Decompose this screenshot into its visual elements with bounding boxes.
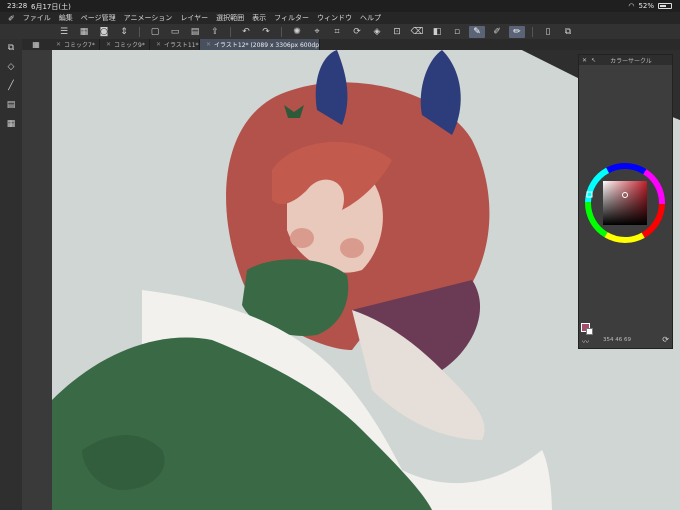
property-icon[interactable]: ▤ — [4, 98, 18, 111]
menu-view[interactable]: 表示 — [252, 13, 266, 23]
command-bar: ☰ ▦ ◙ ⇕ ▢ ▭ ▤ ⇪ ↶ ↷ ✺ ⌖ ⌗ ⟳ ◈ ⊡ ⌫ ◧ ▫ ✎ … — [0, 24, 680, 39]
left-tool-sidebar: ⧉ ◇ ╱ ▤ ▦ — [0, 39, 22, 510]
grid-icon[interactable]: ▦ — [76, 26, 92, 38]
tab-label: イラスト12* (2089 x 3306px 600dpi 154.6%) — [214, 42, 320, 49]
open-folder-icon[interactable]: ▭ — [167, 26, 183, 38]
menu-file[interactable]: ファイル — [23, 13, 51, 23]
color-circle-panel: ✕ ↖ カラーサークル 〰 354 46 69 ⟳ — [578, 54, 673, 349]
eraser-icon[interactable]: ⌫ — [409, 26, 425, 38]
refresh-icon[interactable]: ⟳ — [662, 335, 669, 344]
material-icon[interactable]: ▦ — [4, 117, 18, 130]
battery-icon — [658, 3, 672, 9]
hamburger-icon[interactable]: ☰ — [56, 26, 72, 38]
close-icon[interactable]: ✕ — [156, 41, 161, 48]
close-icon[interactable]: ✕ — [206, 41, 211, 48]
status-time: 23:28 — [7, 2, 28, 10]
layers-icon[interactable]: ⧉ — [4, 41, 18, 54]
status-right: ◠ 52% — [628, 2, 672, 10]
menu-window[interactable]: ウィンドウ — [317, 13, 352, 23]
menu-layer[interactable]: レイヤー — [180, 13, 208, 23]
tab-label: コミック7* — [64, 42, 95, 49]
tab-illust11[interactable]: ✕ イラスト11* — [150, 39, 200, 50]
close-icon[interactable]: ✕ — [56, 41, 61, 48]
divider — [230, 26, 231, 37]
panel-footer: 〰 354 46 69 ⟳ — [579, 323, 672, 348]
rotate-icon[interactable]: ⟳ — [349, 26, 365, 38]
pen-tool-icon[interactable]: ╱ — [4, 79, 18, 92]
pencil-icon[interactable]: ✏ — [509, 25, 525, 38]
stack-icon[interactable]: ◇ — [4, 60, 18, 73]
status-date: 6月17日(土) — [31, 3, 71, 11]
cheek-left — [290, 228, 314, 248]
menu-grid-icon[interactable]: ▦ — [32, 40, 40, 49]
fit-icon[interactable]: ⊡ — [389, 26, 405, 38]
fill-icon[interactable]: ◈ — [369, 26, 385, 38]
close-icon[interactable]: ✕ — [582, 57, 587, 64]
brush-icon[interactable]: ✐ — [489, 26, 505, 38]
menu-animation[interactable]: アニメーション — [124, 13, 173, 23]
cheek-right — [340, 238, 364, 258]
pen-icon[interactable]: ✎ — [469, 25, 485, 38]
new-file-icon[interactable]: ▢ — [147, 26, 163, 38]
transparency-icon[interactable]: 〰 — [582, 337, 589, 347]
canvas-menu[interactable]: ▦ — [22, 39, 50, 50]
menu-help[interactable]: ヘルプ — [360, 13, 381, 23]
divider — [281, 26, 282, 37]
share-icon[interactable]: ⧉ — [560, 26, 576, 38]
menu-bar: ✐ ファイル 編集 ページ管理 アニメーション レイヤー 選択範囲 表示 フィル… — [0, 12, 680, 24]
gradient-icon[interactable]: ◧ — [429, 26, 445, 38]
menu-filter[interactable]: フィルター — [274, 13, 309, 23]
transform-icon[interactable]: ⌖ — [309, 26, 325, 38]
sun-icon[interactable]: ✺ — [289, 26, 305, 38]
tab-comic9[interactable]: ✕ コミック9* — [100, 39, 150, 50]
tab-label: イラスト11* — [164, 42, 199, 49]
panel-header: ✕ ↖ カラーサークル — [579, 55, 672, 65]
square-icon[interactable]: ▫ — [449, 26, 465, 38]
ios-status-bar: 23:28 6月17日(土) ◠ 52% — [0, 0, 680, 12]
sub-color-swatch[interactable] — [586, 328, 593, 335]
wifi-icon: ◠ — [628, 2, 635, 10]
camera-icon[interactable]: ◙ — [96, 26, 112, 38]
hsv-values: 354 46 69 — [603, 337, 631, 343]
undo-icon[interactable]: ↶ — [238, 26, 254, 38]
value-overlay — [603, 181, 647, 225]
battery-text: 52% — [638, 2, 654, 10]
tab-comic7[interactable]: ✕ コミック7* — [50, 39, 100, 50]
crop-icon[interactable]: ⌗ — [329, 26, 345, 38]
menu-edit[interactable]: 編集 — [59, 13, 73, 23]
color-wheel-area — [585, 163, 665, 243]
tab-illust12[interactable]: ✕イラスト12* (2089 x 3306px 600dpi 154.6%) — [200, 39, 320, 50]
divider — [139, 26, 140, 37]
document-tabs: ✕ コミック7* ✕ コミック9* ✕ イラスト11* ✕ イラスト12* (2089 … — [50, 39, 680, 50]
app-logo-icon[interactable]: ✐ — [8, 14, 15, 23]
menu-selection[interactable]: 選択範囲 — [216, 13, 244, 23]
tab-label: コミック9* — [114, 42, 145, 49]
menu-page[interactable]: ページ管理 — [81, 13, 116, 23]
save-icon[interactable]: ▤ — [187, 26, 203, 38]
panel-title: カラーサークル — [610, 57, 652, 65]
redo-icon[interactable]: ↷ — [258, 26, 274, 38]
divider — [532, 26, 533, 37]
collapse-icon[interactable]: ↖ — [591, 57, 596, 64]
device-icon[interactable]: ▯ — [540, 26, 556, 38]
chevron-updown-icon[interactable]: ⇕ — [116, 26, 132, 38]
close-icon[interactable]: ✕ — [106, 41, 111, 48]
export-icon[interactable]: ⇪ — [207, 26, 223, 38]
